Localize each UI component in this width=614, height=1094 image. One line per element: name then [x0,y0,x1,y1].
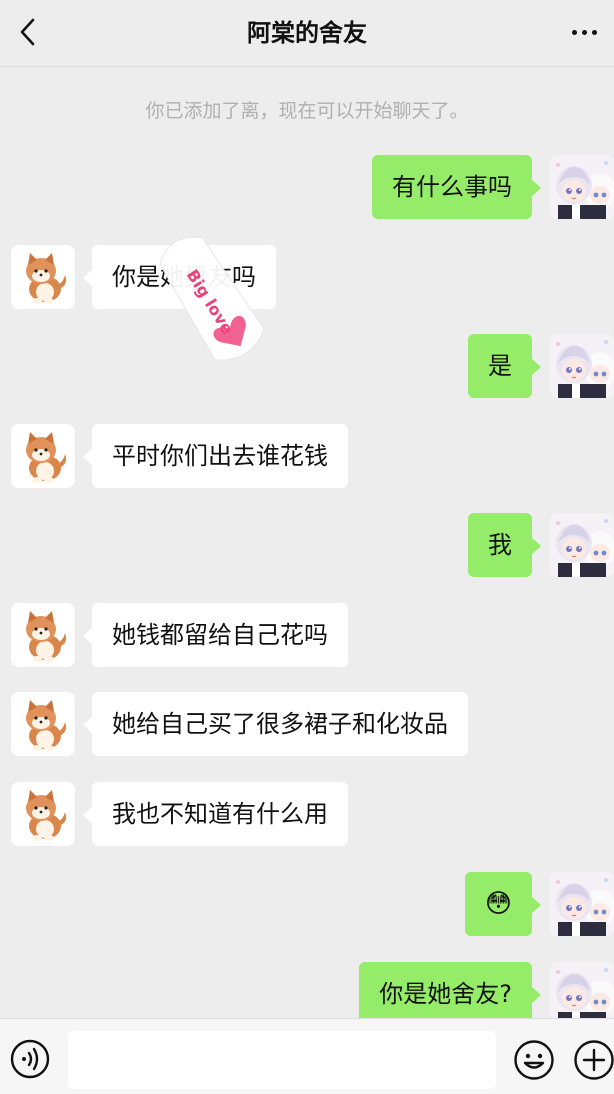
message-input[interactable] [68,1031,496,1089]
avatar-self[interactable] [550,334,614,398]
avatar-self[interactable] [550,155,614,219]
message-bubble-sent-emoji[interactable]: 😳 [464,872,542,936]
more-button[interactable] [564,14,604,50]
message-bubble-received[interactable]: 她给自己买了很多裙子和化妆品 [83,692,468,756]
message-bubble-received[interactable]: 我也不知道有什么用 [83,782,348,846]
more-dot [581,29,587,35]
chat-header: 阿棠的舍友 [0,0,614,67]
voice-icon [10,1039,50,1079]
more-dot [591,29,597,35]
system-notice: 你已添加了离，现在可以开始聊天了。 [145,100,469,122]
voice-button[interactable] [10,1039,50,1079]
avatar-self[interactable] [550,962,614,1026]
message-bubble-sent[interactable]: 你是她舍友? [359,962,541,1026]
emoji-icon [514,1040,554,1080]
avatar-contact[interactable] [11,692,75,756]
more-dots-icon [571,29,577,35]
message-bubble-sent[interactable]: 我 [468,513,541,577]
message-bubble-received[interactable]: 她钱都留给自己花吗 [83,603,348,667]
input-bar [0,1018,614,1094]
avatar-contact[interactable] [11,603,75,667]
emoji-button[interactable] [513,1039,555,1081]
chat-title: 阿棠的舍友 [247,19,367,47]
message-bubble-received[interactable]: 平时你们出去谁花钱 [83,424,348,488]
message-bubble-sent[interactable]: 有什么事吗 [372,155,541,219]
avatar-self[interactable] [550,872,614,936]
big-love-sticker: Big love [158,222,268,382]
avatar-contact[interactable] [11,245,75,309]
plus-button[interactable] [573,1039,614,1081]
avatar-self[interactable] [550,513,614,577]
message-bubble-sent[interactable]: 是 [468,334,541,398]
avatar-contact[interactable] [11,424,75,488]
avatar-contact[interactable] [11,782,75,846]
plus-icon [574,1040,614,1080]
